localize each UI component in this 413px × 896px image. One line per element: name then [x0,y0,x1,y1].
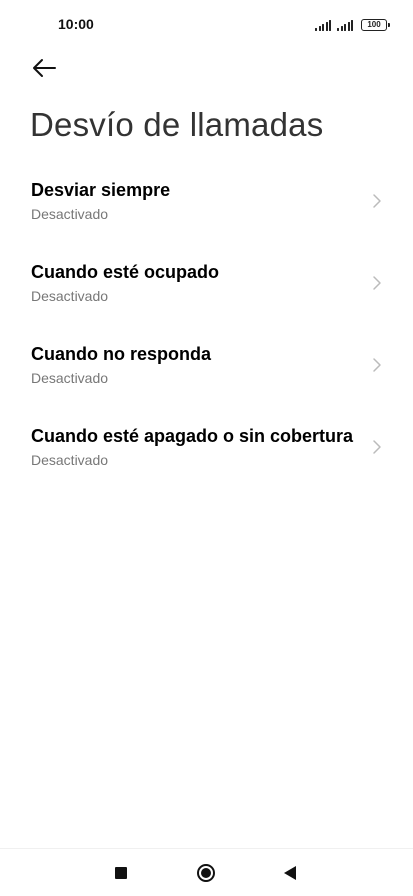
battery-icon: 100 [361,19,390,31]
item-title: Desviar siempre [31,180,171,200]
navigation-bar [0,848,413,896]
item-title: Cuando esté apagado o sin cobertura [31,426,354,446]
status-icons: 100 [315,17,390,31]
status-time: 10:00 [58,16,94,32]
chevron-right-icon [373,440,381,454]
page-title: Desvío de llamadas [30,106,324,143]
back-triangle-icon[interactable] [284,866,296,880]
menu-item-cuando-apagado[interactable]: Cuando esté apagado o sin cobertura Desa… [0,412,413,494]
item-status: Desactivado [31,452,109,468]
menu-list: Desviar siempre Desactivado Cuando esté … [0,166,413,494]
item-title: Cuando no responda [31,344,211,364]
arrow-left-icon [33,59,56,77]
menu-item-cuando-ocupado[interactable]: Cuando esté ocupado Desactivado [0,248,413,330]
signal-icon [337,20,353,31]
menu-item-desviar-siempre[interactable]: Desviar siempre Desactivado [0,166,413,248]
item-status: Desactivado [31,288,109,304]
chevron-right-icon [373,358,381,372]
chevron-right-icon [373,276,381,290]
chevron-right-icon [373,194,381,208]
menu-item-cuando-no-responda[interactable]: Cuando no responda Desactivado [0,330,413,412]
status-bar: 10:00 100 [0,0,413,44]
call-forwarding-screen: 10:00 100 Desvío de llamadas Desviar sie… [0,0,413,896]
home-circle-icon[interactable] [197,864,215,882]
item-status: Desactivado [31,370,109,386]
signal-icon [315,20,331,31]
recents-square-icon[interactable] [115,867,127,879]
back-button[interactable] [26,52,62,84]
item-title: Cuando esté ocupado [31,262,220,282]
item-status: Desactivado [31,206,109,222]
